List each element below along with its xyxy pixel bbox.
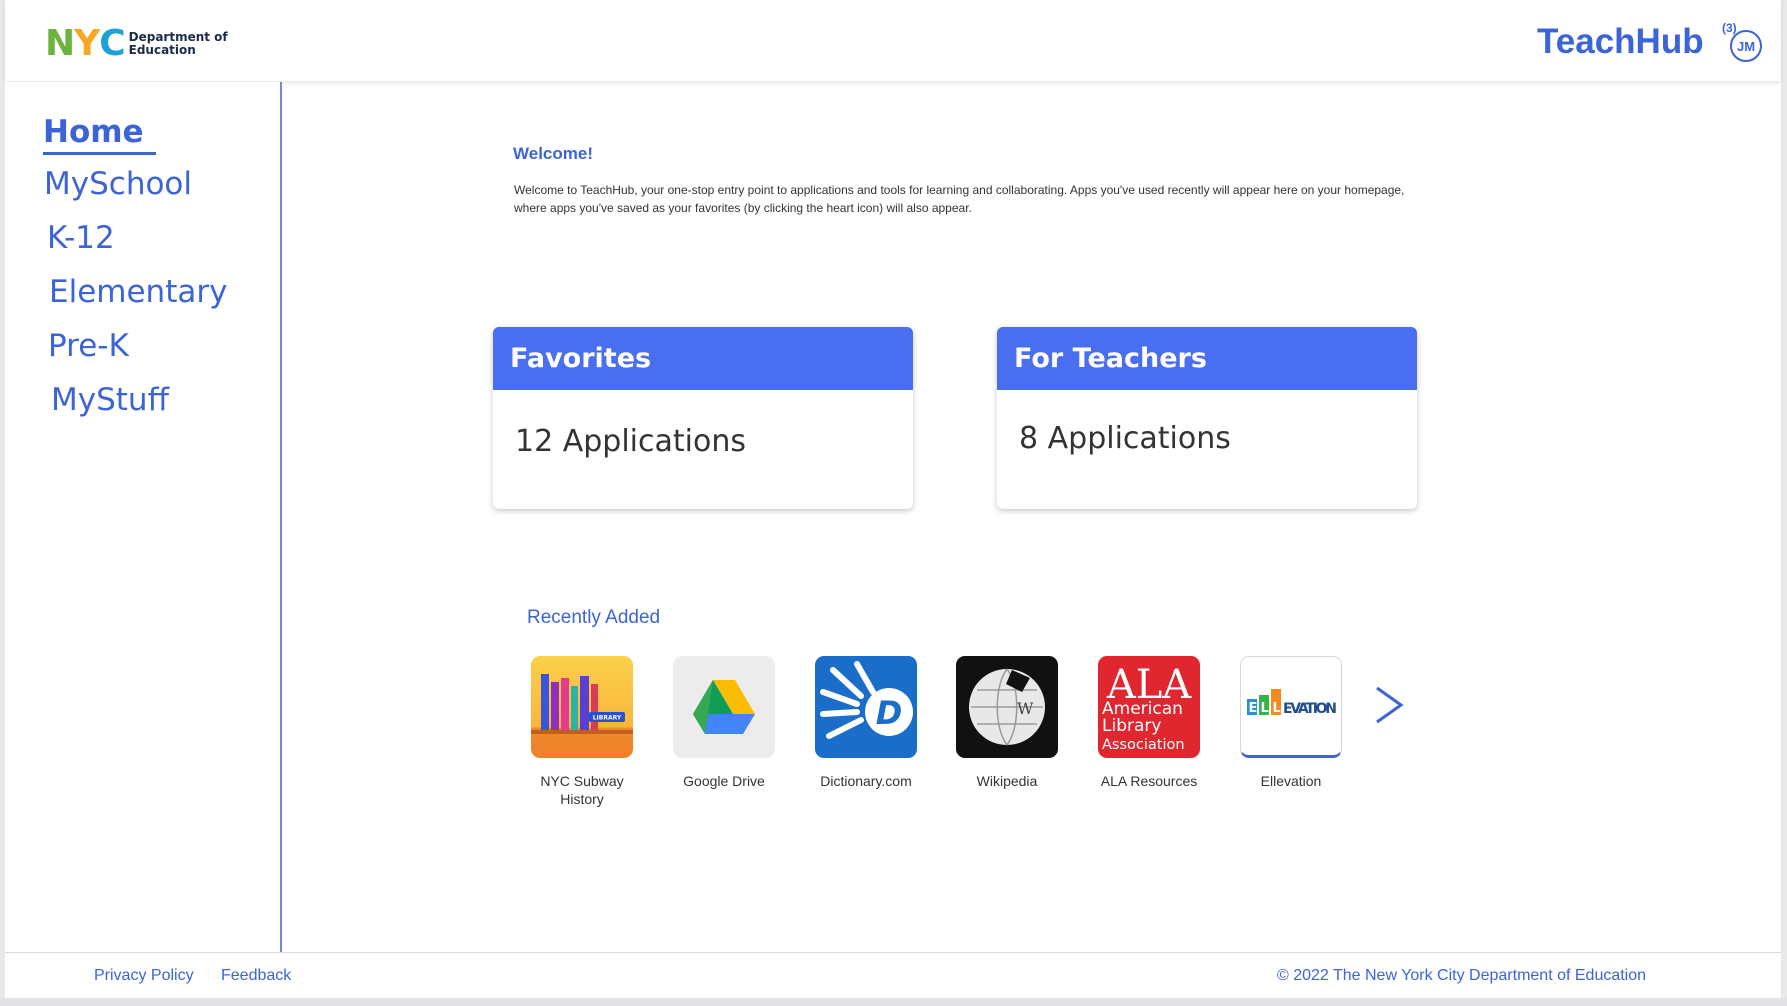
library-books-icon: LIBRARY xyxy=(531,656,633,758)
app-label: Google Drive xyxy=(683,773,765,789)
for-teachers-card-title: For Teachers xyxy=(997,327,1417,390)
user-avatar[interactable]: JM xyxy=(1730,30,1762,62)
app-tile-wikipedia[interactable]: W Wikipedia xyxy=(947,656,1067,790)
window-frame-right xyxy=(1781,0,1787,1006)
for-teachers-card[interactable]: For Teachers 8 Applications xyxy=(997,327,1417,509)
avatar-initials: JM xyxy=(1736,38,1756,54)
sidebar-item-elementary[interactable]: Elementary xyxy=(49,274,227,310)
recently-added-heading: Recently Added xyxy=(527,607,661,628)
google-drive-icon xyxy=(673,656,775,758)
privacy-policy-link[interactable]: Privacy Policy xyxy=(94,967,194,985)
footer-divider xyxy=(5,952,1781,953)
logo-letter-y: Y xyxy=(74,23,100,64)
ala-icon-line-2: Library xyxy=(1102,716,1161,736)
dictionary-icon: D xyxy=(815,656,917,758)
ala-icon-line-3: Association xyxy=(1102,737,1185,753)
feedback-link[interactable]: Feedback xyxy=(221,967,291,985)
window-frame-bottom xyxy=(0,998,1787,1006)
chevron-right-icon[interactable] xyxy=(1369,680,1409,730)
dictionary-icon-letter: D xyxy=(876,694,903,732)
ala-icon: ALA American Library Association xyxy=(1098,656,1200,758)
wikipedia-icon-letter: W xyxy=(1017,699,1034,718)
app-tile-ala-resources[interactable]: ALA American Library Association ALA Res… xyxy=(1089,656,1209,790)
sidebar-item-myschool[interactable]: MySchool xyxy=(44,166,192,202)
nyc-logo-mark: N Y C xyxy=(45,23,126,64)
nyc-doe-logo[interactable]: N Y C Department of Education xyxy=(45,26,228,62)
top-header: N Y C Department of Education xyxy=(5,0,1781,81)
app-label: Wikipedia xyxy=(976,773,1038,789)
favorites-card-title: Favorites xyxy=(493,327,913,390)
ellevation-icon: E L L EVATION xyxy=(1240,656,1342,758)
sidebar-item-k12[interactable]: K-12 xyxy=(47,220,115,256)
logo-letter-n: N xyxy=(45,23,75,64)
ellevation-icon-text: EVATION xyxy=(1283,701,1337,717)
welcome-heading: Welcome! xyxy=(513,144,593,163)
logo-text: Department of Education xyxy=(129,31,228,57)
app-brand-title[interactable]: TeachHub xyxy=(1537,22,1704,62)
app-label: Ellevation xyxy=(1260,773,1322,789)
notification-count: (3) xyxy=(1722,21,1737,35)
app-label: Dictionary.com xyxy=(820,773,912,789)
favorites-card[interactable]: Favorites 12 Applications xyxy=(493,327,913,509)
app-tile-ellevation[interactable]: E L L EVATION Ellevation xyxy=(1231,656,1351,790)
library-icon-text: LIBRARY xyxy=(593,715,622,722)
ellevation-letter-l1: L xyxy=(1261,701,1269,716)
app-label: NYC Subway History xyxy=(540,773,624,807)
ellevation-letter-l2: L xyxy=(1273,701,1281,716)
logo-letter-c: C xyxy=(99,23,125,64)
wikipedia-globe-icon: W xyxy=(956,656,1058,758)
ellevation-letter-e: E xyxy=(1249,701,1258,716)
app-tile-dictionary[interactable]: D Dictionary.com xyxy=(806,656,926,790)
sidebar-item-mystuff[interactable]: MyStuff xyxy=(51,382,169,418)
favorites-card-count: 12 Applications xyxy=(515,424,746,459)
app-label: ALA Resources xyxy=(1100,773,1198,789)
for-teachers-card-count: 8 Applications xyxy=(1019,421,1231,456)
sidebar-item-prek[interactable]: Pre-K xyxy=(48,328,129,364)
copyright-text: © 2022 The New York City Department of E… xyxy=(1277,967,1647,984)
logo-line-2: Education xyxy=(128,43,196,57)
sidebar-nav: Home MySchool K-12 Elementary Pre-K MySt… xyxy=(5,82,282,952)
app-tile-nyc-subway-history[interactable]: LIBRARY NYC Subway History xyxy=(522,656,642,808)
app-tile-google-drive[interactable]: Google Drive xyxy=(664,656,784,790)
welcome-paragraph: Welcome to TeachHub, your one-stop entry… xyxy=(514,183,1405,215)
sidebar-item-home[interactable]: Home xyxy=(43,112,156,155)
